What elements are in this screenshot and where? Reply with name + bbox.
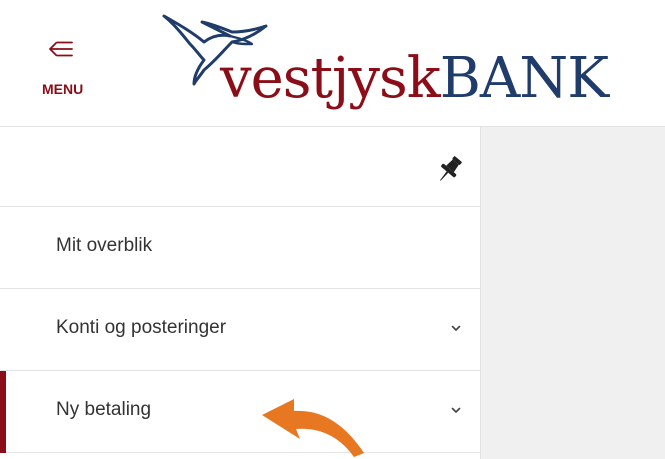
- sidebar-item-mit-overblik[interactable]: Mit overblik: [0, 207, 480, 289]
- chevron-down-icon[interactable]: [449, 321, 463, 335]
- logo-prefix: vestjysk: [220, 46, 441, 111]
- sidebar-item-konti-og-posteringer[interactable]: Konti og posteringer: [0, 289, 480, 371]
- pin-button[interactable]: [432, 151, 468, 187]
- sidebar-item-label: Mit overblik: [56, 235, 153, 256]
- annotation-arrow-icon: [262, 399, 364, 457]
- app-header: MENU vestjyskBANK: [0, 0, 665, 127]
- sidebar-item-ny-betaling[interactable]: Ny betaling: [0, 371, 480, 453]
- logo-wordmark: vestjyskBANK: [220, 44, 609, 114]
- menu-button[interactable]: MENU: [38, 36, 98, 102]
- sidebar-item-label: Konti og posteringer: [56, 317, 227, 338]
- chevron-down-icon[interactable]: [449, 403, 463, 417]
- vestjyskbank-logo[interactable]: vestjyskBANK: [160, 10, 650, 122]
- logo-suffix: BANK: [439, 46, 609, 111]
- pin-icon: [440, 156, 462, 181]
- sidebar-item-label: Ny betaling: [56, 399, 152, 420]
- arrow-left-icon: [49, 41, 73, 57]
- sidebar: Mit overblik Konti og posteringer Ny bet…: [0, 127, 481, 459]
- sidebar-pin-row: [0, 127, 480, 207]
- menu-label: MENU: [42, 81, 84, 97]
- main-content: [481, 127, 665, 459]
